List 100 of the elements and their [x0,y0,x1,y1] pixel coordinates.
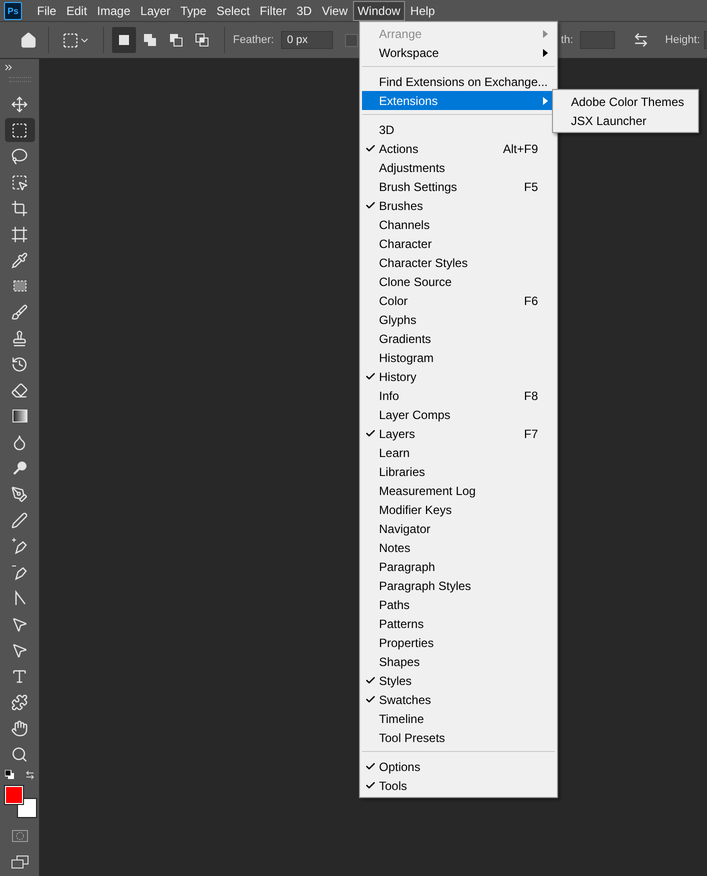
width-label: th: [560,34,574,46]
menu-item[interactable]: Modifier Keys [362,500,555,519]
feather-label: Feather: [233,34,274,46]
menu-item[interactable]: Layer Comps [362,405,555,424]
app-logo[interactable]: Ps [4,2,22,20]
menu-item[interactable]: Workspace [362,43,555,62]
check-icon [365,694,376,705]
stamp-icon [11,330,28,346]
foreground-color-swatch[interactable] [4,786,22,804]
menu-item[interactable]: 3D [362,120,555,139]
menu-item[interactable]: Glyphs [362,310,555,329]
swap-icon [633,32,650,48]
menu-title[interactable]: 3D [291,0,317,21]
anti-alias-checkbox[interactable] [344,34,358,47]
marquee-icon [11,122,28,138]
submenu-arrow-icon [543,96,548,104]
menu-item[interactable]: Adobe Color Themes [553,92,698,111]
menu-item[interactable]: Styles [362,671,555,690]
type-icon [11,668,28,684]
menu-item[interactable]: Tool Presets [362,728,555,747]
menu-item[interactable]: Extensions [362,91,555,110]
brush-icon [11,304,28,320]
default-colors-icon[interactable] [4,770,14,779]
frame-icon [11,226,28,242]
menu-item[interactable]: Swatches [362,690,555,709]
menu-item[interactable]: Tools [362,776,555,795]
arrow-icon [11,616,28,632]
check-icon [365,200,376,211]
menu-title[interactable]: Image [92,0,136,21]
history-brush-icon [11,356,28,372]
menu-item[interactable]: Libraries [362,462,555,481]
eraser-icon [11,382,28,398]
menu-item[interactable]: Paragraph Styles [362,576,555,595]
menu-item[interactable]: Adjustments [362,158,555,177]
menu-item[interactable]: Timeline [362,709,555,728]
tool-button[interactable] [4,118,34,142]
shortcut-text: F8 [524,388,538,402]
menu-item[interactable]: Channels [362,215,555,234]
menu-item[interactable]: History [362,367,555,386]
menu-title[interactable]: View [316,0,353,21]
menu-title[interactable]: Filter [254,0,292,21]
shortcut-text: F5 [524,180,538,194]
pen-plus-icon [10,537,28,555]
check-icon [365,428,376,439]
menu-item[interactable]: Actions Alt+F9 [362,139,555,158]
gradient-icon [12,408,28,424]
menu-item[interactable]: Navigator [362,519,555,538]
menu-item[interactable]: Gradients [362,329,555,348]
menu-item[interactable]: Character [362,234,555,253]
check-icon [365,143,376,154]
check-icon [365,371,376,382]
selection-mode-icon [168,32,184,48]
feather-field[interactable]: 0 px [280,31,333,50]
menu-item[interactable]: Brushes [362,196,555,215]
menu-item[interactable]: Paragraph [362,557,555,576]
width-field[interactable] [580,31,616,50]
menu-title[interactable]: Type [175,0,212,21]
marquee-icon [62,32,79,49]
menu-item[interactable]: Brush Settings F5 [362,177,555,196]
menu-item[interactable]: Character Styles [362,253,555,272]
zoom-icon [11,746,28,762]
menu-title[interactable]: Layer [135,0,176,21]
swap-colors-icon[interactable] [24,770,34,780]
menu-item[interactable]: Learn [362,443,555,462]
submenu-arrow-icon [543,30,548,38]
menu-title[interactable]: Select [211,0,255,21]
hand-icon [11,720,28,736]
menu-title[interactable]: Window [352,0,406,21]
selection-mode-button[interactable] [112,27,136,54]
menu-item[interactable]: Clone Source [362,272,555,291]
pen-minus-icon [10,563,28,581]
home-icon [20,32,36,49]
selection-mode-icon [142,32,158,48]
menu-item[interactable]: Find Extensions on Exchange... [362,72,555,91]
menu-item[interactable]: Patterns [362,614,555,633]
arrow-icon [11,642,28,658]
menu-item[interactable]: Layers F7 [362,424,555,443]
menu-item[interactable]: Properties [362,633,555,652]
menu-item[interactable]: Options [362,757,555,776]
eyedropper-icon [11,252,28,268]
selection-mode-icon [194,32,210,48]
check-icon [365,761,376,772]
menu-item[interactable]: Measurement Log [362,481,555,500]
menu-item[interactable]: Paths [362,595,555,614]
check-icon [365,780,376,791]
menu-title[interactable]: File [32,0,62,21]
move-icon [11,96,28,112]
crop-icon [11,200,28,216]
shortcut-text: F6 [524,294,538,308]
menu-item[interactable]: Notes [362,538,555,557]
menu-title[interactable]: Help [405,0,440,21]
expand-icon[interactable] [3,62,14,73]
menu-item[interactable]: Info F8 [362,386,555,405]
menu-item[interactable]: Shapes [362,652,555,671]
menu-item[interactable]: JSX Launcher [553,111,698,130]
menu-title[interactable]: Edit [61,0,92,21]
menu-item[interactable]: Color F6 [362,291,555,310]
screen-mode-icon [10,855,28,869]
toolbar-grip[interactable] [8,77,30,82]
menu-item[interactable]: Histogram [362,348,555,367]
